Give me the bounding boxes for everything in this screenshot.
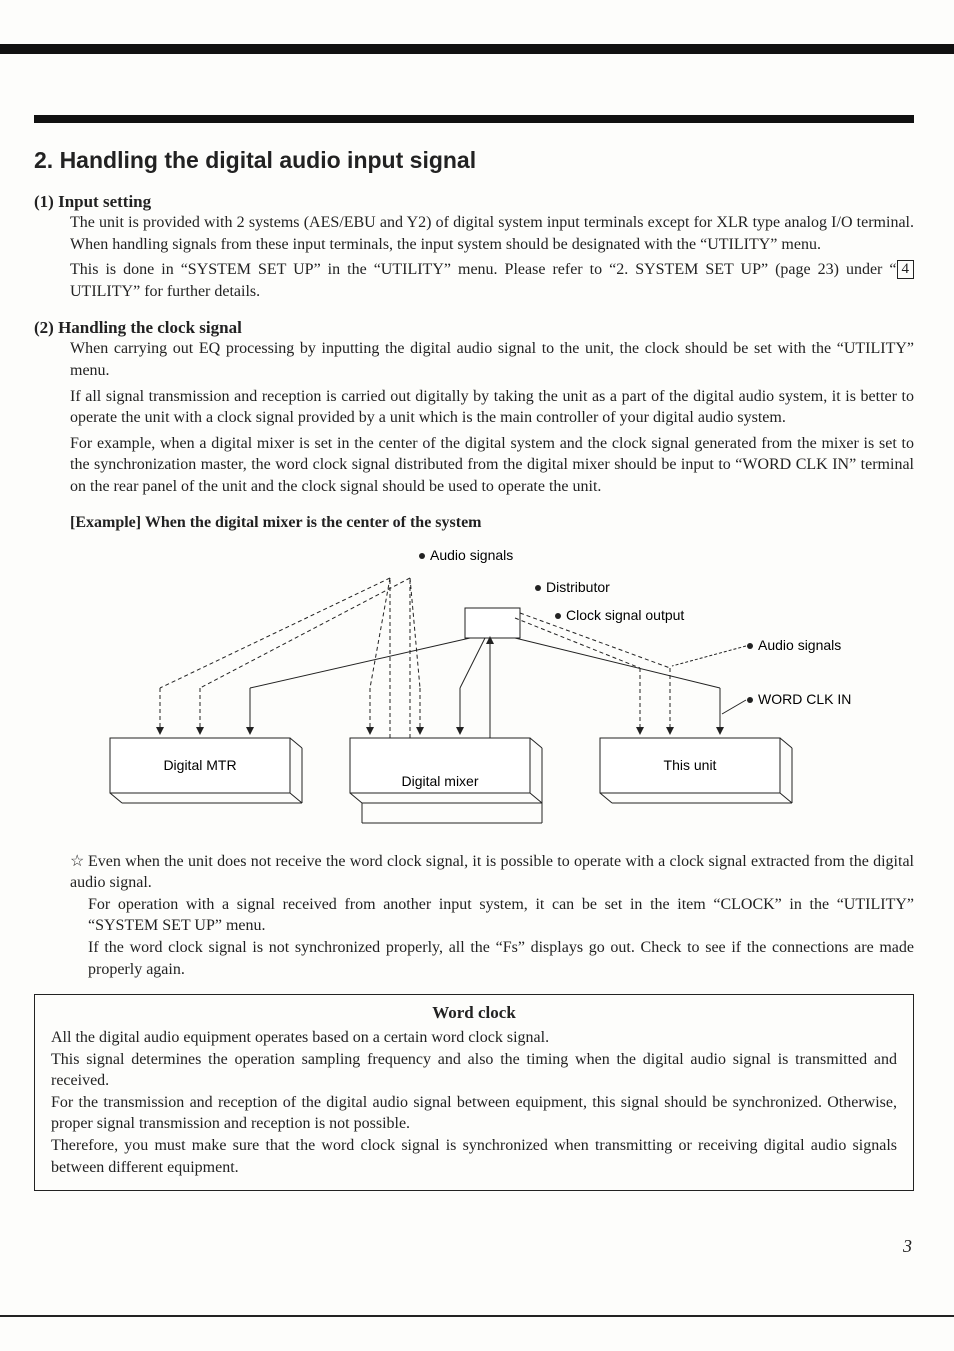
section-2-para-3: For example, when a digital mixer is set…	[70, 433, 914, 498]
note-p1: Even when the unit does not receive the …	[70, 853, 914, 892]
distributor-box	[465, 608, 520, 638]
infobox-title: Word clock	[51, 1003, 897, 1023]
section-2-para-1: When carrying out EQ processing by input…	[70, 338, 914, 381]
star-note: ☆Even when the unit does not receive the…	[70, 851, 914, 894]
section-1-para-1: The unit is provided with 2 systems (AES…	[70, 212, 914, 255]
star-icon: ☆	[70, 851, 88, 873]
diagram-wrap: Digital MTR Digital mixer	[70, 538, 914, 833]
section-rule	[34, 115, 914, 123]
example-heading: [Example] When the digital mixer is the …	[70, 514, 914, 532]
page-number: 3	[903, 1236, 912, 1257]
scanned-page: 2. Handling the digital audio input sign…	[0, 0, 954, 1351]
top-edge-rule	[0, 44, 954, 54]
infobox-p4: Therefore, you must make sure that the w…	[51, 1135, 897, 1178]
section-2-para-2: If all signal transmission and reception…	[70, 386, 914, 429]
this-unit-label: This unit	[664, 757, 717, 773]
this-unit-box: This unit	[600, 738, 792, 803]
clock-output-label: Clock signal output	[566, 607, 684, 623]
audio-signals-label: Audio signals	[430, 547, 513, 563]
word-clock-infobox: Word clock All the digital audio equipme…	[34, 994, 914, 1191]
digital-mtr-box: Digital MTR	[110, 738, 302, 803]
digital-mixer-label: Digital mixer	[401, 773, 478, 789]
bottom-rule	[0, 1315, 954, 1317]
page-title: 2. Handling the digital audio input sign…	[34, 147, 914, 174]
content-frame: 2. Handling the digital audio input sign…	[34, 115, 914, 1313]
digital-mixer-box: Digital mixer	[350, 738, 542, 823]
section-1-p2-b: UTILITY” for further details.	[70, 283, 260, 300]
distributor-label: Distributor	[546, 579, 610, 595]
section-2-heading: (2) Handling the clock signal	[34, 318, 914, 338]
infobox-p2: This signal determines the operation sam…	[51, 1049, 897, 1092]
note-p2: For operation with a signal received fro…	[88, 894, 914, 937]
note-p3: If the word clock signal is not synchron…	[88, 937, 914, 980]
digital-mtr-label: Digital MTR	[163, 757, 236, 773]
section-1-p2-a: This is done in “SYSTEM SET UP” in the “…	[70, 261, 897, 278]
infobox-p1: All the digital audio equipment operates…	[51, 1027, 897, 1049]
section-1-para-2: This is done in “SYSTEM SET UP” in the “…	[70, 259, 914, 302]
audio-signals2-label: Audio signals	[758, 637, 841, 653]
section-1-heading: (1) Input setting	[34, 192, 914, 212]
signal-diagram: Digital MTR Digital mixer	[70, 538, 870, 828]
boxed-number-4: 4	[897, 260, 915, 279]
infobox-p3: For the transmission and reception of th…	[51, 1092, 897, 1135]
word-clk-in-label: WORD CLK IN	[758, 691, 851, 707]
